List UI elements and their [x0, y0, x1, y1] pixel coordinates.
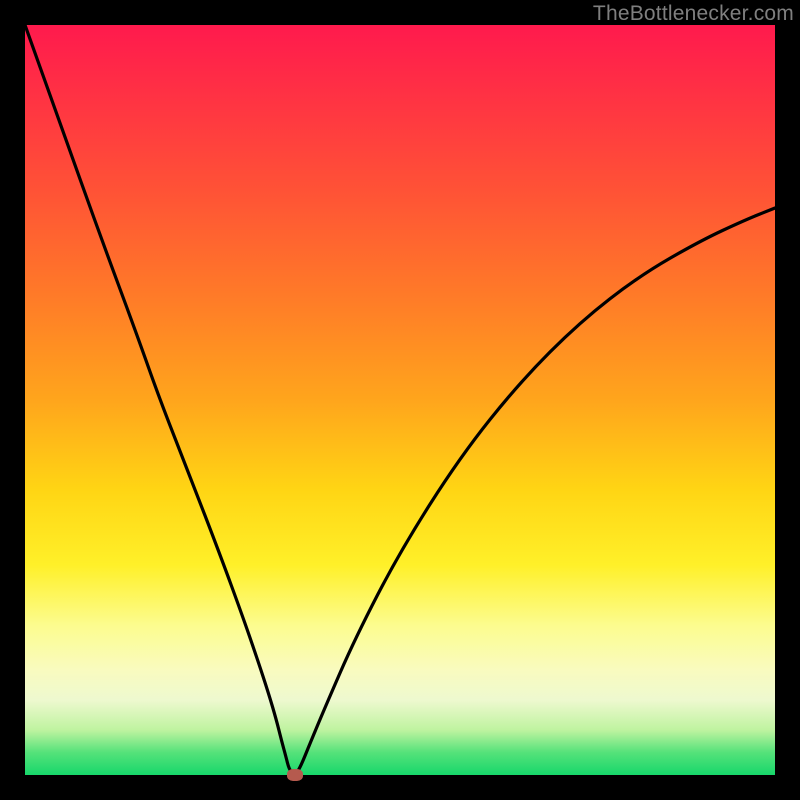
plot-background-gradient: [25, 25, 775, 775]
chart-frame: [25, 25, 775, 775]
watermark-text: TheBottlenecker.com: [593, 2, 794, 26]
